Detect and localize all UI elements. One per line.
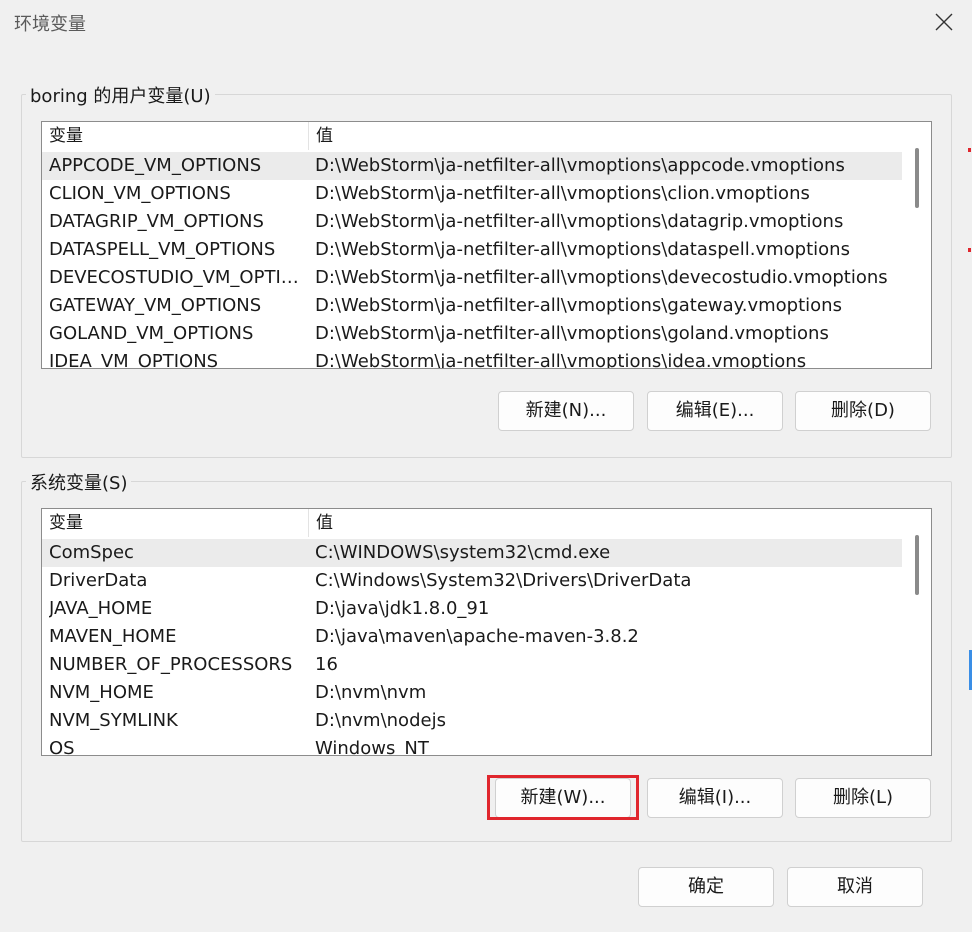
variable-value: D:\java\maven\apache-maven-3.8.2 — [315, 626, 639, 647]
variable-name: GATEWAY_VM_OPTIONS — [49, 295, 262, 316]
variable-value: D:\WebStorm\ja-netfilter-all\vmoptions\d… — [315, 267, 888, 288]
ok-button[interactable]: 确定 — [638, 867, 774, 907]
variable-value: D:\WebStorm\ja-netfilter-all\vmoptions\g… — [315, 323, 829, 344]
variable-name: APPCODE_VM_OPTIONS — [49, 155, 262, 176]
variable-name: DriverData — [49, 570, 148, 591]
variable-name: NVM_HOME — [49, 682, 154, 703]
close-button[interactable] — [924, 4, 964, 40]
list-item[interactable]: NVM_HOME D:\nvm\nvm — [42, 679, 902, 707]
background-edge-mark — [968, 248, 971, 252]
column-header-value[interactable]: 值 — [309, 122, 902, 150]
title-bar: 环境变量 — [0, 0, 972, 44]
variable-value: Windows_NT — [315, 738, 429, 756]
system-vars-rows: ComSpec C:\WINDOWS\system32\cmd.exe Driver… — [42, 539, 902, 756]
variable-value: D:\WebStorm\ja-netfilter-all\vmoptions\d… — [315, 239, 850, 260]
vertical-scrollbar[interactable] — [903, 509, 931, 755]
list-item[interactable]: DATASPELL_VM_OPTIONS D:\WebStorm\ja-netfi… — [42, 236, 902, 264]
list-item[interactable]: GATEWAY_VM_OPTIONS D:\WebStorm\ja-netfilt… — [42, 292, 902, 320]
column-header-name[interactable]: 变量 — [42, 122, 308, 150]
variable-value: D:\WebStorm\ja-netfilter-all\vmoptions\c… — [315, 183, 810, 204]
variable-name: DEVECOSTUDIO_VM_OPTIO... — [49, 267, 304, 288]
list-item[interactable]: CLION_VM_OPTIONS D:\WebStorm\ja-netfilter… — [42, 180, 902, 208]
window-title: 环境变量 — [14, 14, 86, 35]
variable-name: CLION_VM_OPTIONS — [49, 183, 231, 204]
variable-value: D:\WebStorm\ja-netfilter-all\vmoptions\a… — [315, 155, 845, 176]
variable-name: GOLAND_VM_OPTIONS — [49, 323, 254, 344]
variable-value: C:\WINDOWS\system32\cmd.exe — [315, 542, 611, 563]
variable-name: DATASPELL_VM_OPTIONS — [49, 239, 276, 260]
user-vars-list[interactable]: 变量 值 APPCODE_VM_OPTIONS D:\WebStorm\ja-ne… — [41, 121, 932, 369]
list-item[interactable]: DEVECOSTUDIO_VM_OPTIO... D:\WebStorm\ja-n… — [42, 264, 902, 292]
user-vars-rows: APPCODE_VM_OPTIONS D:\WebStorm\ja-netfilt… — [42, 152, 902, 369]
system-vars-list[interactable]: 变量 值 ComSpec C:\WINDOWS\system32\cmd.exe D… — [41, 508, 932, 756]
scroll-thumb[interactable] — [915, 148, 919, 208]
column-header-name[interactable]: 变量 — [42, 509, 308, 537]
scroll-thumb[interactable] — [915, 535, 919, 595]
list-item[interactable]: NVM_SYMLINK D:\nvm\nodejs — [42, 707, 902, 735]
user-vars-group-label: boring 的用户变量(U) — [26, 82, 215, 108]
column-header-value[interactable]: 值 — [309, 509, 902, 537]
variable-value: D:\java\jdk1.8.0_91 — [315, 598, 490, 619]
variable-name: MAVEN_HOME — [49, 626, 177, 647]
system-edit-button[interactable]: 编辑(I)... — [647, 778, 783, 818]
list-item[interactable]: NUMBER_OF_PROCESSORS 16 — [42, 651, 902, 679]
list-item[interactable]: DriverData C:\Windows\System32\Drivers\Dr… — [42, 567, 902, 595]
system-delete-button[interactable]: 删除(L) — [795, 778, 931, 818]
variable-value: D:\WebStorm\ja-netfilter-all\vmoptions\g… — [315, 295, 842, 316]
variable-name: JAVA_HOME — [49, 598, 153, 619]
variable-value: C:\Windows\System32\Drivers\DriverData — [315, 570, 692, 591]
list-header: 变量 值 — [42, 122, 902, 150]
user-new-button[interactable]: 新建(N)... — [498, 391, 634, 431]
list-item[interactable]: OS Windows_NT — [42, 735, 902, 756]
variable-name: NVM_SYMLINK — [49, 710, 178, 731]
list-item[interactable]: ComSpec C:\WINDOWS\system32\cmd.exe — [42, 539, 902, 567]
list-item[interactable]: IDEA_VM_OPTIONS D:\WebStorm\ja-netfilter-… — [42, 348, 902, 369]
variable-name: IDEA_VM_OPTIONS — [49, 351, 219, 369]
variable-name: NUMBER_OF_PROCESSORS — [49, 654, 293, 675]
user-edit-button[interactable]: 编辑(E)... — [647, 391, 783, 431]
variable-name: ComSpec — [49, 542, 134, 563]
list-item[interactable]: APPCODE_VM_OPTIONS D:\WebStorm\ja-netfilt… — [42, 152, 902, 180]
background-edge-mark — [968, 148, 971, 152]
variable-name: OS — [49, 738, 75, 756]
close-icon — [935, 13, 953, 31]
list-item[interactable]: MAVEN_HOME D:\java\maven\apache-maven-3.8… — [42, 623, 902, 651]
variable-value: D:\WebStorm\ja-netfilter-all\vmoptions\d… — [315, 211, 844, 232]
variable-name: DATAGRIP_VM_OPTIONS — [49, 211, 264, 232]
variable-value: D:\nvm\nvm — [315, 682, 427, 703]
list-header: 变量 值 — [42, 509, 902, 537]
user-delete-button[interactable]: 删除(D) — [795, 391, 931, 431]
system-vars-group-label: 系统变量(S) — [26, 469, 132, 495]
variable-value: D:\nvm\nodejs — [315, 710, 446, 731]
cancel-button[interactable]: 取消 — [787, 867, 923, 907]
system-new-button[interactable]: 新建(W)... — [495, 778, 631, 818]
variable-value: D:\WebStorm\ja-netfilter-all\vmoptions\i… — [315, 351, 807, 369]
variable-value: 16 — [315, 654, 338, 675]
vertical-scrollbar[interactable] — [903, 122, 931, 368]
list-item[interactable]: DATAGRIP_VM_OPTIONS D:\WebStorm\ja-netfil… — [42, 208, 902, 236]
list-item[interactable]: GOLAND_VM_OPTIONS D:\WebStorm\ja-netfilte… — [42, 320, 902, 348]
list-item[interactable]: JAVA_HOME D:\java\jdk1.8.0_91 — [42, 595, 902, 623]
